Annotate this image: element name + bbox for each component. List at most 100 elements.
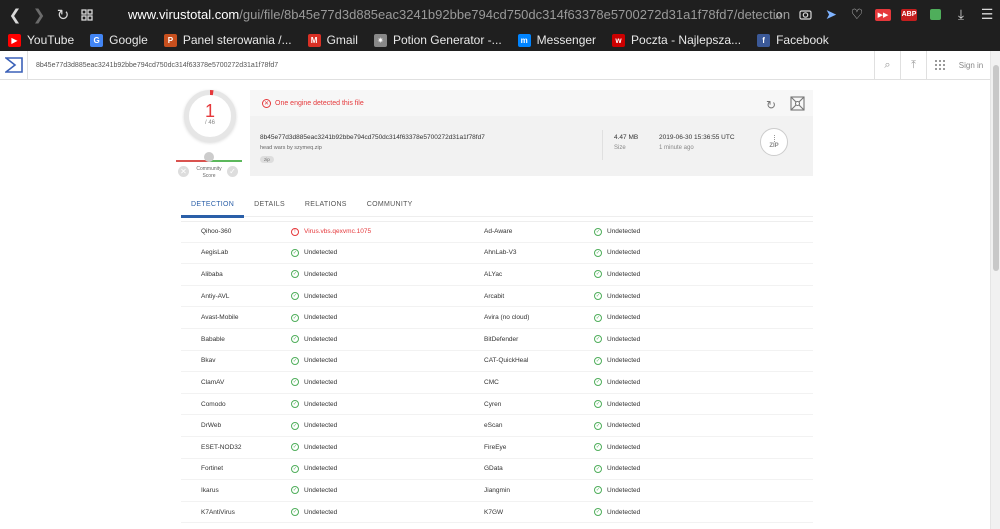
undetected-icon: ✓ [594, 313, 602, 322]
result-text: Undetected [304, 378, 338, 386]
adblock-icon[interactable]: ABP [896, 0, 922, 29]
engine-result: ✓ Undetected [291, 248, 484, 257]
engine-result: ✓ Undetected [594, 464, 640, 473]
address-bar[interactable]: www.virustotal.com/gui/file/8b45e77d3d88… [118, 4, 790, 25]
tab-detection[interactable]: DETECTION [181, 191, 245, 218]
result-text: Undetected [607, 486, 641, 494]
scroll-thumb[interactable] [993, 65, 999, 271]
bookmark-favicon-icon: f [757, 33, 771, 47]
reload-icon[interactable]: ↻ [51, 3, 75, 27]
engine-name: Qihoo-360 [201, 228, 232, 236]
speed-dial-icon[interactable] [75, 3, 99, 27]
result-text: Undetected [607, 270, 641, 278]
undetected-icon: ✓ [594, 421, 602, 430]
engine-result: ✓ Undetected [594, 443, 640, 452]
table-row: Babable ✓ Undetected BitDefender ✓ Undetec… [181, 329, 813, 351]
forward-icon[interactable]: ❯ [27, 3, 51, 27]
result-text: Undetected [304, 335, 338, 343]
table-row: Alibaba ✓ Undetected ALYac ✓ Undetected [181, 264, 813, 286]
community-score-label: Community Score [196, 166, 222, 179]
engine-name: AhnLab-V3 [484, 249, 517, 257]
engine-result: ✓ Undetected [594, 270, 641, 279]
engine-name: AegisLab [201, 249, 229, 257]
page-scrollbar[interactable] [990, 51, 1000, 529]
url-path: /gui/file/8b45e77d3d885eac3241b92bbe794c… [239, 7, 791, 22]
result-text: Undetected [304, 314, 338, 322]
engine-name: Arcabit [484, 292, 505, 300]
engine-result: ✓ Undetected [291, 356, 484, 365]
apps-grid-icon[interactable] [926, 51, 952, 80]
back-icon[interactable]: ❮ [3, 3, 27, 27]
result-text: Virus.vbs.qexvmc.1075 [304, 228, 372, 236]
bookmark-item[interactable]: w Poczta - Najlepsza... [612, 33, 741, 47]
engine-result: ✓ Undetected [291, 508, 484, 517]
engine-result: ✓ Undetected [291, 378, 484, 387]
engine-name: Avira (no cloud) [484, 314, 530, 322]
bookmark-item[interactable]: M Gmail [307, 33, 358, 47]
tab-relations[interactable]: RELATIONS [295, 191, 357, 217]
undetected-icon: ✓ [594, 270, 602, 279]
file-tag[interactable]: zip [260, 156, 274, 163]
bookmark-favicon-icon: w [612, 33, 626, 47]
result-text: Undetected [304, 443, 338, 451]
bookmark-item[interactable]: ▶ YouTube [8, 33, 74, 47]
bookmark-favicon-icon: M [307, 33, 321, 47]
undetected-icon: ✓ [594, 486, 602, 495]
undetected-icon: ✓ [291, 421, 299, 430]
signin-link[interactable]: Sign in [952, 51, 990, 80]
cube-extension-icon[interactable] [922, 0, 948, 29]
camera-icon[interactable] [792, 0, 818, 29]
undetected-icon: ✓ [291, 464, 299, 473]
bookmark-item[interactable]: ✷ Potion Generator -... [373, 33, 502, 47]
engine-result: ✓ Undetected [291, 421, 484, 430]
file-info: 8b45e77d3d885eac3241b92bbe794cd750dc314f… [250, 116, 813, 176]
vote-malicious-icon[interactable]: ✕ [178, 166, 189, 177]
table-row: DrWeb ✓ Undetected eScan ✓ Undetected [181, 415, 813, 437]
score-total: / 46 [204, 120, 215, 126]
virustotal-logo-icon[interactable] [0, 51, 28, 80]
result-text: Undetected [304, 486, 338, 494]
tab-community[interactable]: COMMUNITY [357, 191, 423, 217]
file-size: 4.47 MB [614, 134, 639, 141]
undetected-icon: ✓ [291, 508, 299, 517]
extension-player-icon[interactable]: ▶▶ [870, 0, 896, 29]
bookmark-item[interactable]: f Facebook [757, 33, 829, 47]
bookmark-label: Panel sterowania /... [182, 33, 292, 47]
heart-icon[interactable]: ♡ [844, 0, 870, 29]
bookmark-item[interactable]: P Panel sterowania /... [163, 33, 292, 47]
vote-harmless-icon[interactable]: ✓ [227, 166, 238, 177]
result-text: Undetected [607, 378, 641, 386]
table-row: Bkav ✓ Undetected CAT-QuickHeal ✓ Undetect… [181, 351, 813, 373]
upload-icon[interactable]: ⤒ [900, 51, 926, 80]
undetected-icon: ✓ [291, 356, 299, 365]
table-row: Qihoo-360 ! Virus.vbs.qexvmc.1075 Ad-Awar… [181, 221, 813, 243]
undetected-icon: ✓ [291, 248, 299, 257]
send-icon[interactable]: ➤ [818, 0, 844, 29]
undetected-icon: ✓ [291, 270, 299, 279]
info-divider [602, 130, 603, 160]
vt-search-input[interactable]: 8b45e77d3d885eac3241b92bbe794cd750dc314f… [36, 62, 874, 69]
graph-icon[interactable] [790, 96, 805, 111]
engine-result: ✓ Undetected [594, 378, 641, 387]
download-icon[interactable]: ⤓ [948, 0, 974, 29]
result-text: Undetected [607, 400, 641, 408]
file-hash[interactable]: 8b45e77d3d885eac3241b92bbe794cd750dc314f… [260, 134, 485, 141]
headline-text: One engine detected this file [275, 99, 364, 107]
menu-icon[interactable]: ☰ [974, 0, 1000, 29]
tab-details[interactable]: DETAILS [244, 191, 295, 217]
vt-search-icon[interactable]: ⌕ [874, 51, 900, 80]
bookmark-item[interactable]: m Messenger [517, 33, 597, 47]
engine-name: ESET-NOD32 [201, 443, 242, 451]
undetected-icon: ✓ [594, 508, 602, 517]
bookmark-item[interactable]: G Google [90, 33, 148, 47]
search-icon[interactable]: ⌕ [766, 0, 792, 29]
result-text: Undetected [304, 292, 338, 300]
result-text: Undetected [607, 314, 641, 322]
reanalyze-icon[interactable]: ↻ [766, 98, 776, 112]
vt-header: 8b45e77d3d885eac3241b92bbe794cd750dc314f… [0, 51, 990, 80]
bookmark-label: Messenger [536, 33, 597, 47]
file-name: head wars by szymeq.zip [260, 145, 322, 151]
result-text: Undetected [304, 249, 338, 257]
result-text: Undetected [607, 335, 641, 343]
undetected-icon: ✓ [594, 378, 602, 387]
